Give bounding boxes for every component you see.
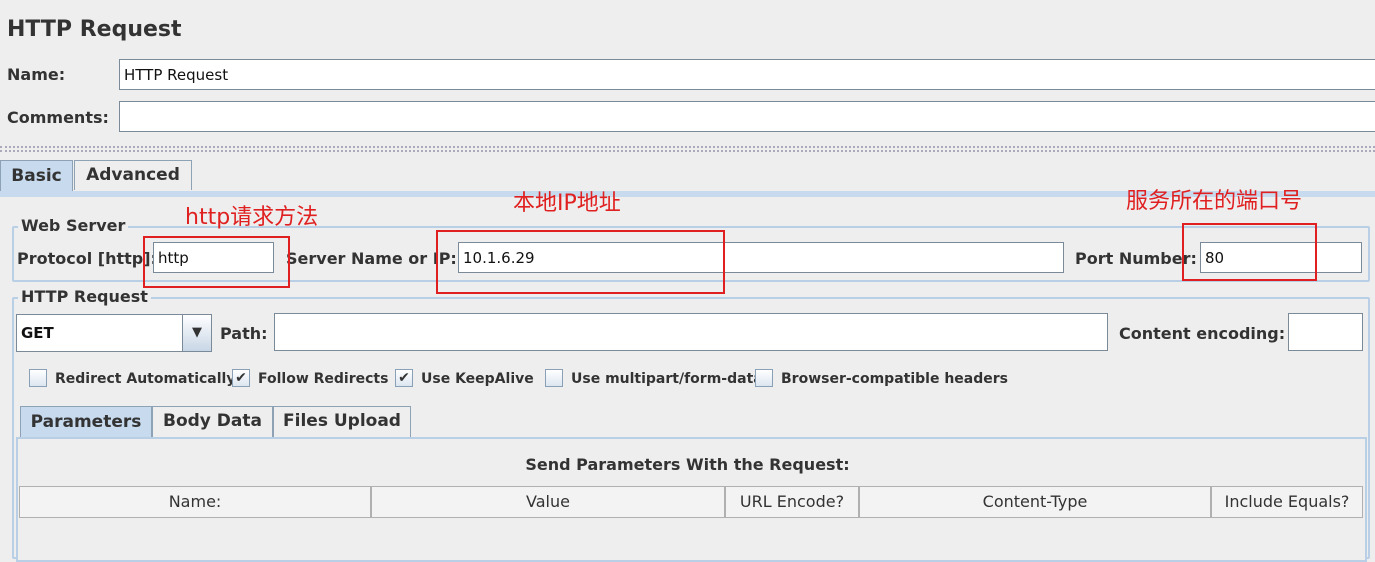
multipart-label: Use multipart/form-data [571,371,763,387]
chevron-down-icon[interactable]: ▼ [182,314,212,352]
annotation-box-port [1182,223,1317,281]
redirect-automatically-label: Redirect Automatically [55,371,236,387]
comments-input[interactable] [119,101,1375,132]
http-request-legend: HTTP Request [18,287,151,306]
browser-headers-label: Browser-compatible headers [781,371,1008,387]
tab-parameters[interactable]: Parameters [20,406,152,440]
redirect-automatically-checkbox[interactable] [29,369,47,387]
column-header-name[interactable]: Name: [19,486,371,518]
splitter[interactable] [0,146,1375,152]
server-label: Server Name or IP: [286,249,457,268]
tab-basic[interactable]: Basic [0,160,73,194]
column-header-include-equals[interactable]: Include Equals? [1211,486,1363,518]
tab-body-data[interactable]: Body Data [152,406,273,437]
parameters-title: Send Parameters With the Request: [525,455,850,474]
column-header-url-encode[interactable]: URL Encode? [725,486,859,518]
encoding-label: Content encoding: [1119,324,1286,343]
follow-redirects-label: Follow Redirects [258,371,389,387]
column-header-content-type[interactable]: Content-Type [859,486,1211,518]
column-header-value[interactable]: Value [371,486,725,518]
name-label: Name: [7,65,66,84]
tab-advanced[interactable]: Advanced [74,160,192,190]
page-title: HTTP Request [7,17,182,42]
path-input[interactable] [274,313,1108,351]
comments-label: Comments: [7,108,109,127]
annotation-server: 本地IP地址 [513,191,621,216]
web-server-legend: Web Server [18,216,129,235]
follow-redirects-checkbox[interactable]: ✔ [232,369,250,387]
port-label: Port Number: [1075,249,1197,268]
use-keepalive-label: Use KeepAlive [421,371,534,387]
encoding-input[interactable] [1288,313,1363,351]
tab-files-upload[interactable]: Files Upload [273,406,411,437]
browser-headers-checkbox[interactable] [755,369,773,387]
annotation-box-server [436,230,725,294]
annotation-protocol: http请求方法 [185,205,319,230]
use-keepalive-checkbox[interactable]: ✔ [395,369,413,387]
multipart-checkbox[interactable] [545,369,563,387]
annotation-port: 服务所在的端口号 [1126,189,1303,214]
path-label: Path: [220,324,268,343]
name-input[interactable]: HTTP Request [119,59,1375,90]
protocol-label: Protocol [http]: [17,249,157,268]
method-select[interactable]: GET [16,314,183,352]
annotation-box-protocol [143,236,290,288]
